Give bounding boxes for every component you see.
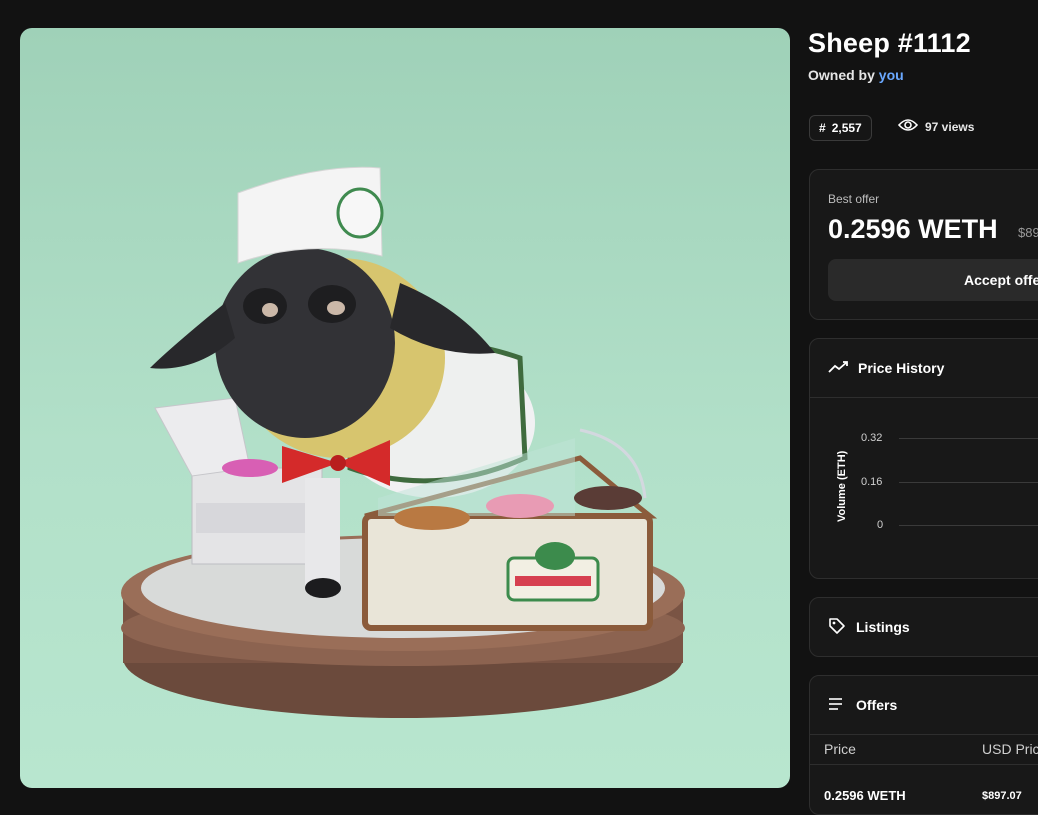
listings-title: Listings	[856, 619, 910, 635]
best-offer-price: 0.2596 WETH	[828, 214, 998, 244]
chart-y-tick: 0.16	[861, 476, 883, 488]
hash-icon: #	[819, 121, 826, 135]
best-offer-card: Best offer 0.2596 WETH $89 Accept offe	[809, 169, 1038, 320]
offers-panel: Offers Price USD Pric 0.2596 WETH $897.0…	[809, 675, 1038, 815]
offers-col-usd: USD Pric	[982, 741, 1038, 757]
chart-y-tick: 0	[877, 519, 884, 531]
top-bar	[0, 0, 1038, 28]
offer-row-price: 0.2596 WETH	[824, 788, 906, 803]
list-icon	[828, 697, 846, 714]
price-history-header[interactable]: Price History	[828, 339, 944, 397]
sheep-illustration	[121, 166, 685, 718]
eye-icon	[897, 118, 919, 135]
tag-icon	[828, 617, 846, 638]
chart-y-axis-label: Volume (ETH)	[836, 450, 848, 522]
offers-title: Offers	[856, 697, 898, 713]
rank-badge: # 2,557	[809, 115, 872, 141]
owner-link[interactable]: you	[879, 67, 904, 83]
offer-row-usd: $897.07	[982, 790, 1022, 802]
owner-line: Owned by you	[808, 67, 904, 83]
offers-header[interactable]: Offers	[828, 676, 897, 734]
views-count: 97 views	[897, 118, 975, 135]
nft-title: Sheep #1112	[808, 28, 971, 58]
chart-gridline	[899, 525, 1038, 526]
best-offer-label: Best offer	[828, 192, 880, 206]
listings-panel[interactable]: Listings	[809, 597, 1038, 657]
best-offer-usd: $89	[1018, 225, 1038, 240]
listings-header[interactable]: Listings	[828, 598, 910, 656]
chart-gridline	[899, 482, 1038, 483]
owned-by-label: Owned by	[808, 67, 875, 83]
chart-gridline	[899, 438, 1038, 439]
rank-value: 2,557	[831, 121, 862, 135]
nft-media[interactable]	[20, 28, 790, 788]
accept-offer-button[interactable]: Accept offe	[828, 259, 1038, 301]
views-label: 97 views	[925, 119, 975, 134]
trend-line-icon	[828, 360, 848, 377]
chart-y-tick: 0.32	[861, 432, 883, 444]
price-history-title: Price History	[858, 360, 945, 376]
offers-col-price: Price	[824, 741, 856, 757]
